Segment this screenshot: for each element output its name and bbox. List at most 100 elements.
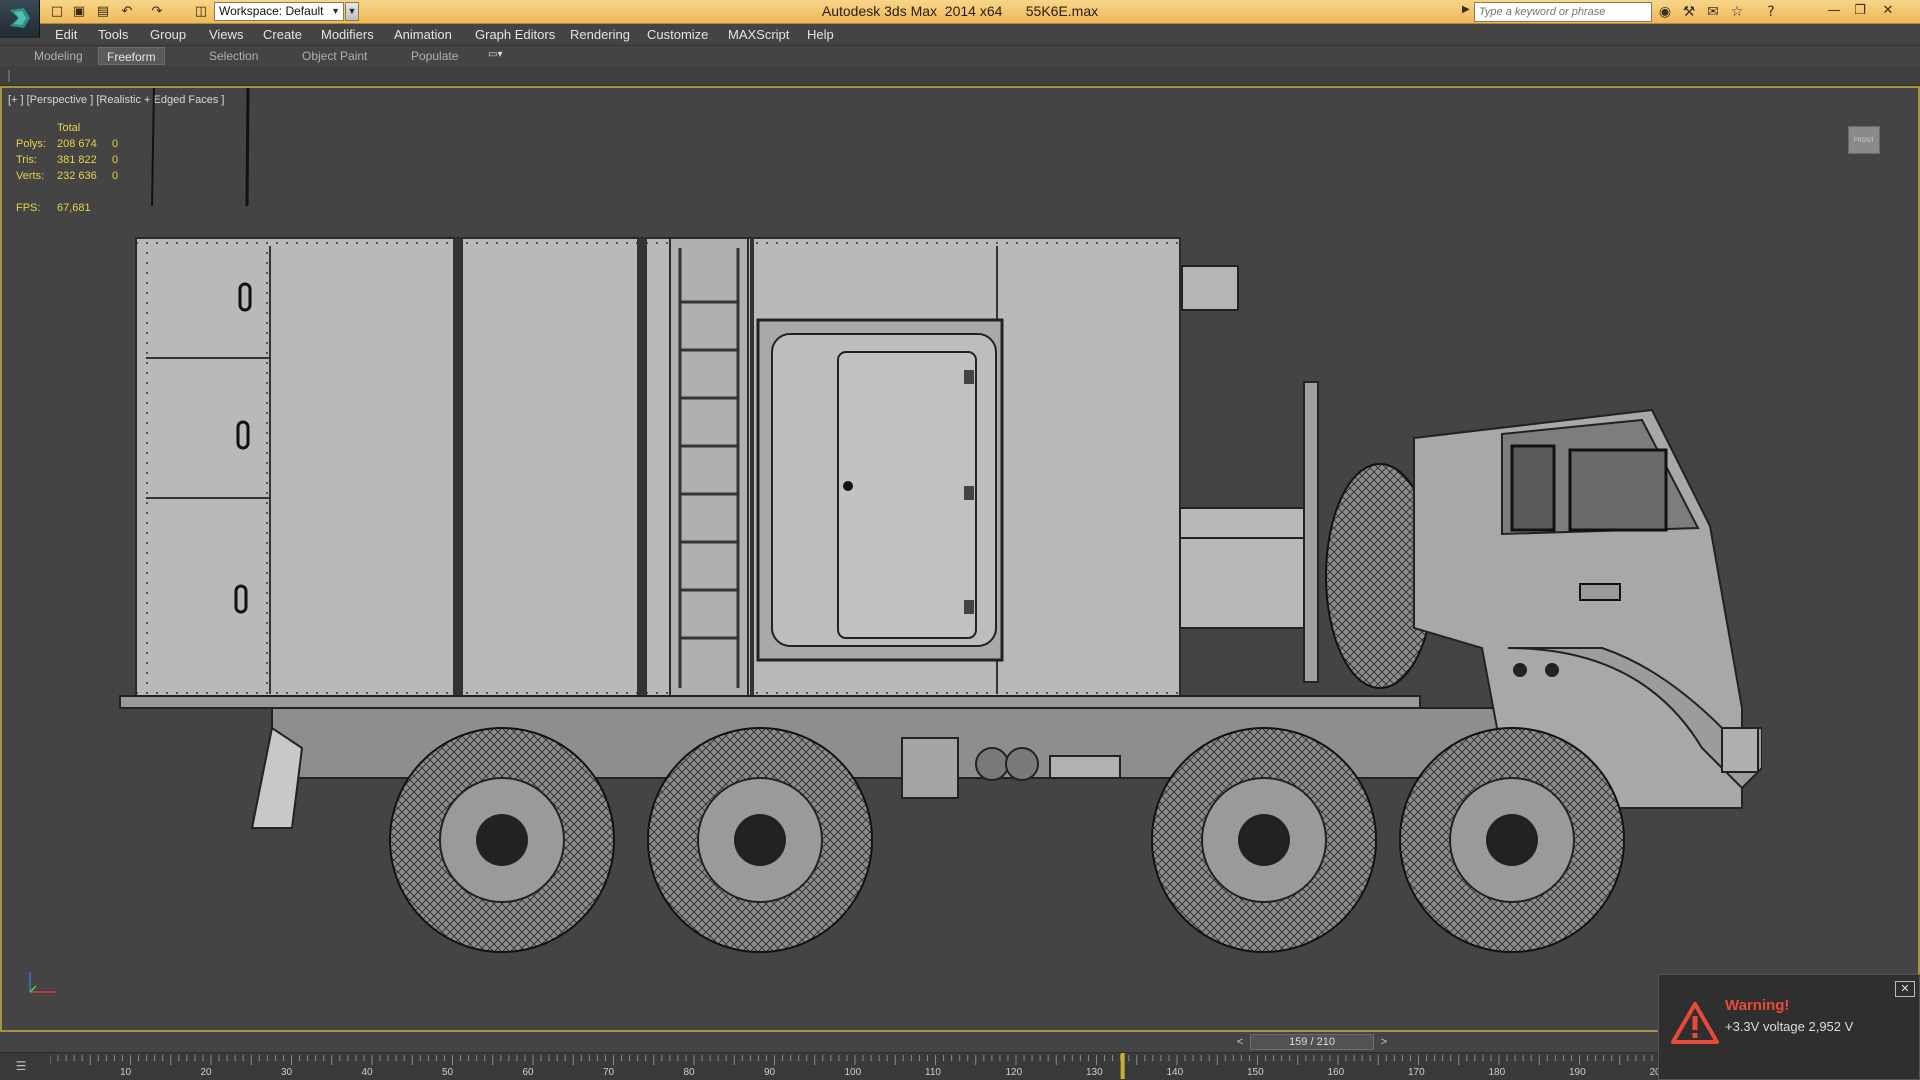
- panel-grip[interactable]: [8, 70, 10, 82]
- tick-label: 130: [1086, 1067, 1103, 1078]
- tick-label: 170: [1408, 1067, 1425, 1078]
- ribbon-tabs: Modeling Freeform Selection Object Paint…: [0, 46, 1920, 66]
- undo-icon[interactable]: ↶: [118, 3, 136, 21]
- minimize-icon[interactable]: —: [1822, 1, 1846, 21]
- tick-label: 10: [120, 1067, 132, 1078]
- project-folder-icon[interactable]: ◫: [192, 3, 210, 21]
- binoculars-icon[interactable]: ◉: [1656, 3, 1674, 21]
- prev-frame-button[interactable]: <: [1230, 1034, 1250, 1050]
- menu-tools[interactable]: Tools: [98, 27, 128, 42]
- close-icon[interactable]: ✕: [1895, 981, 1915, 997]
- window-title: Autodesk 3ds Max 2014 x64 55K6E.max: [821, 3, 1099, 19]
- tick-label: 30: [281, 1067, 293, 1078]
- menu-animation[interactable]: Animation: [394, 27, 452, 42]
- wheel-1: [389, 727, 615, 953]
- tab-selection[interactable]: Selection: [201, 47, 266, 65]
- chevron-down-icon: ▼: [331, 6, 340, 16]
- tick-label: 150: [1247, 1067, 1264, 1078]
- cab-window: [1510, 444, 1556, 532]
- track-bar[interactable]: ☰ 10 20 30 40 50 60 70 80 90 100 110 120 130 140 150 16…: [0, 1052, 1920, 1080]
- tick-label: 160: [1327, 1067, 1345, 1078]
- redo-icon[interactable]: ↷: [148, 3, 166, 21]
- tick-label: 70: [603, 1067, 615, 1078]
- tab-object-paint[interactable]: Object Paint: [294, 47, 375, 65]
- title-bar: □ ▣ ▤ ↶ ↷ ◫ Workspace: Default ▼ ▼ Autod…: [0, 0, 1920, 24]
- exhaust-stack: [1303, 381, 1319, 683]
- favorites-star-icon[interactable]: ☆: [1728, 3, 1746, 21]
- stats-header: Total: [57, 122, 81, 134]
- tab-modeling[interactable]: Modeling: [26, 47, 91, 65]
- stat-tris-total: 381 822: [57, 154, 97, 166]
- tab-populate[interactable]: Populate: [403, 47, 466, 65]
- stat-polys-total: 208 674: [57, 138, 97, 150]
- close-icon[interactable]: ✕: [1876, 1, 1900, 21]
- stat-verts-label: Verts:: [16, 170, 45, 182]
- menu-bar: Edit Tools Group Views Create Modifiers …: [0, 24, 1920, 46]
- current-frame-marker: [1120, 1053, 1125, 1079]
- open-file-icon[interactable]: ▣: [70, 3, 88, 21]
- ribbon-toggle-icon[interactable]: ▭▾: [488, 49, 510, 63]
- toolbox: [1179, 507, 1307, 629]
- menu-customize[interactable]: Customize: [647, 27, 708, 42]
- tick-label: 180: [1488, 1067, 1506, 1078]
- stat-tris-label: Tris:: [16, 154, 37, 166]
- help-icon[interactable]: ?: [1762, 3, 1780, 21]
- cab-windshield: [1568, 448, 1668, 532]
- menu-modifiers[interactable]: Modifiers: [321, 27, 374, 42]
- box-top-rivets: [136, 238, 1180, 246]
- 3ds-max-logo-icon: [10, 8, 30, 28]
- wheel-3: [1151, 727, 1377, 953]
- warning-message: +3.3V voltage 2,952 V: [1725, 1019, 1854, 1034]
- wheel-2: [647, 727, 873, 953]
- menu-maxscript[interactable]: MAXScript: [728, 27, 789, 42]
- front-bumper: [1721, 727, 1759, 773]
- next-frame-button[interactable]: >: [1374, 1034, 1394, 1050]
- time-slider-thumb[interactable]: 159 / 210: [1250, 1034, 1374, 1050]
- tick-label: 140: [1166, 1067, 1184, 1078]
- door-handle: [1579, 583, 1621, 601]
- application-menu-button[interactable]: [0, 0, 40, 38]
- menu-rendering[interactable]: Rendering: [570, 27, 630, 42]
- menu-edit[interactable]: Edit: [55, 27, 77, 42]
- search-input[interactable]: [1474, 2, 1652, 22]
- warning-triangle-icon: [1671, 1002, 1719, 1044]
- warning-notification: Warning! +3.3V voltage 2,952 V ✕: [1658, 974, 1920, 1080]
- app-window: □ ▣ ▤ ↶ ↷ ◫ Workspace: Default ▼ ▼ Autod…: [0, 0, 1920, 1080]
- tick-label: 120: [1005, 1067, 1023, 1078]
- tick-label: 80: [683, 1067, 695, 1078]
- wheel-4: [1399, 727, 1625, 953]
- stat-polys-label: Polys:: [16, 138, 46, 150]
- track-bar-menu-icon[interactable]: ☰: [8, 1059, 34, 1075]
- stat-fps-label: FPS:: [16, 202, 41, 214]
- antenna-left: [151, 88, 155, 207]
- tick-label: 40: [361, 1067, 373, 1078]
- cargo-box: [135, 237, 1181, 699]
- frame-rail: [119, 695, 1421, 709]
- menu-create[interactable]: Create: [263, 27, 302, 42]
- search-expand-icon[interactable]: ▶: [1462, 4, 1470, 15]
- save-icon[interactable]: ▤: [94, 3, 112, 21]
- work-lamp: [1181, 265, 1239, 311]
- tick-label: 20: [200, 1067, 212, 1078]
- quick-access-dropdown[interactable]: ▼: [345, 2, 359, 21]
- truck-model[interactable]: [102, 88, 1762, 968]
- tick-label: 50: [442, 1067, 454, 1078]
- perspective-viewport[interactable]: [+ ] [Perspective ] [Realistic + Edged F…: [0, 86, 1920, 1032]
- workspace-label: Workspace: Default: [219, 4, 324, 18]
- menu-views[interactable]: Views: [209, 27, 243, 42]
- stat-verts-total: 232 636: [57, 170, 97, 182]
- workspace-dropdown[interactable]: Workspace: Default ▼: [214, 2, 344, 21]
- restore-icon[interactable]: ❐: [1848, 1, 1872, 21]
- time-slider[interactable]: < 159 / 210 >: [0, 1032, 1920, 1052]
- menu-help[interactable]: Help: [807, 27, 834, 42]
- ladder: [669, 237, 749, 699]
- menu-group[interactable]: Group: [150, 27, 186, 42]
- menu-graph-editors[interactable]: Graph Editors: [475, 27, 555, 42]
- tab-freeform[interactable]: Freeform: [98, 47, 165, 65]
- communication-icon[interactable]: ✉: [1704, 3, 1722, 21]
- wrench-icon[interactable]: ⚒: [1680, 3, 1698, 21]
- new-file-icon[interactable]: □: [48, 3, 66, 21]
- tick-label: 190: [1569, 1067, 1586, 1078]
- viewcube[interactable]: FRONT: [1848, 126, 1880, 154]
- axis-gizmo-icon: [29, 972, 56, 993]
